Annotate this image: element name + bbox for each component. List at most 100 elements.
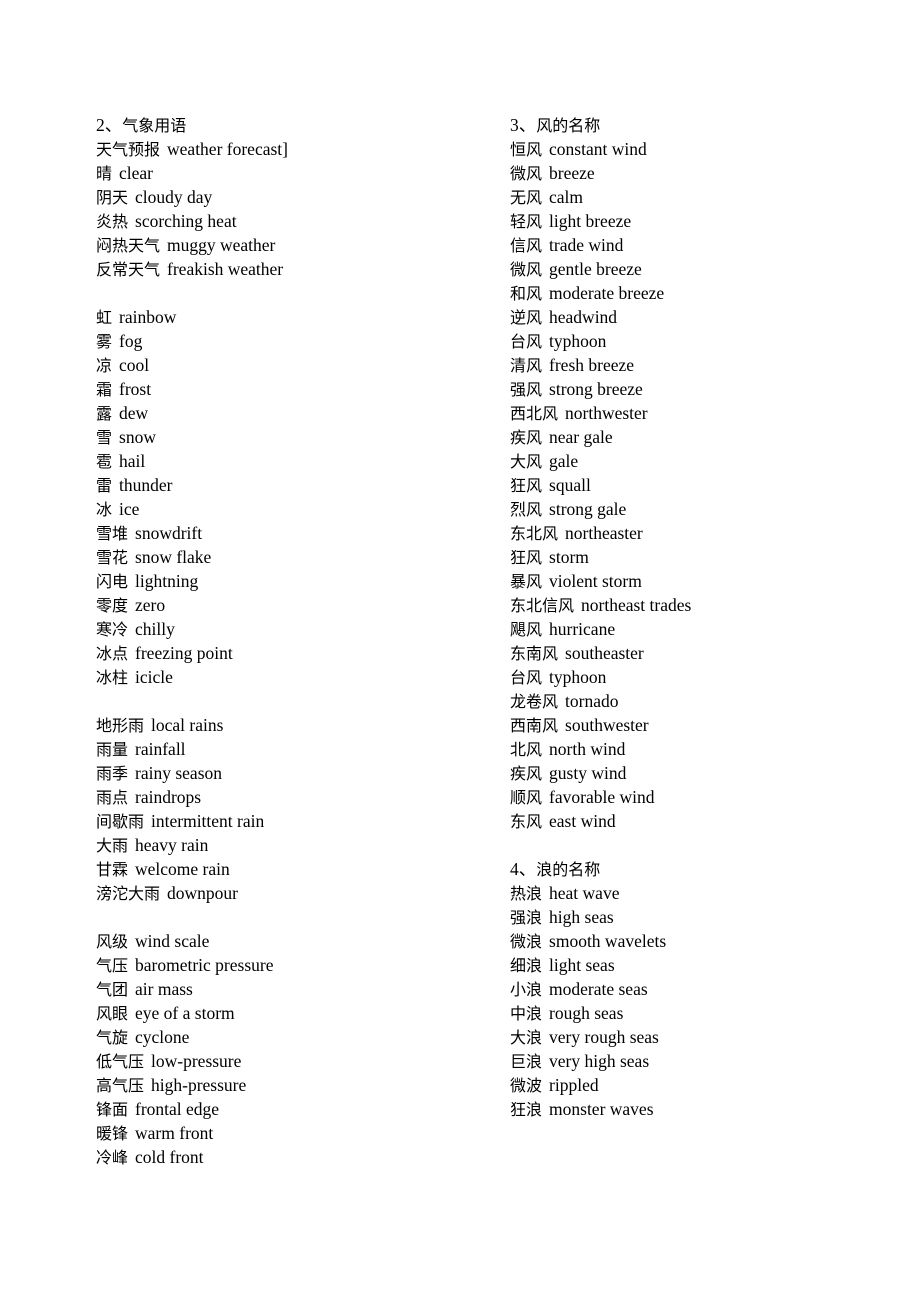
glossary-entry: 疾风 near gale <box>510 425 910 449</box>
entry-gloss-english: fog <box>119 331 143 351</box>
glossary-entry: 炎热 scorching heat <box>96 209 496 233</box>
glossary-entry: 风眼 eye of a storm <box>96 1001 496 1025</box>
entry-gloss-english: freezing point <box>135 643 233 663</box>
entry-term-chinese: 微风 <box>510 164 543 183</box>
entry-term-chinese: 霜 <box>96 380 113 399</box>
entry-group: 虹 rainbow 雾 fog 凉 cool 霜 frost 露 dew 雪 snow 雹 hail 雷 th… <box>96 305 496 689</box>
entry-gloss-english: northeast trades <box>581 595 692 615</box>
entry-term-chinese: 气压 <box>96 956 129 975</box>
entry-term-chinese: 露 <box>96 404 113 423</box>
glossary-entry: 和风 moderate breeze <box>510 281 910 305</box>
glossary-entry: 冰点 freezing point <box>96 641 496 665</box>
entry-term-chinese: 天气预报 <box>96 140 161 159</box>
left-column: 2、气象用语 天气预报 weather forecast] 晴 clear 阴天 cloud… <box>96 113 496 1169</box>
entry-gloss-english: constant wind <box>549 139 647 159</box>
entry-term-chinese: 地形雨 <box>96 716 145 735</box>
entry-term-chinese: 微浪 <box>510 932 543 951</box>
entry-term-chinese: 雨季 <box>96 764 129 783</box>
entry-gloss-english: cyclone <box>135 1027 190 1047</box>
entry-term-chinese: 小浪 <box>510 980 543 999</box>
glossary-entry: 东风 east wind <box>510 809 910 833</box>
entry-term-chinese: 中浪 <box>510 1004 543 1023</box>
glossary-entry: 气团 air mass <box>96 977 496 1001</box>
entry-gloss-english: high-pressure <box>151 1075 247 1095</box>
entry-gloss-english: gentle breeze <box>549 259 642 279</box>
glossary-entry: 飓风 hurricane <box>510 617 910 641</box>
entry-term-chinese: 逆风 <box>510 308 543 327</box>
document-page: 2、气象用语 天气预报 weather forecast] 晴 clear 阴天 cloud… <box>0 0 920 1302</box>
entry-gloss-english: cold front <box>135 1147 204 1167</box>
entry-gloss-english: typhoon <box>549 667 607 687</box>
entry-gloss-english: southeaster <box>565 643 644 663</box>
entry-term-chinese: 凉 <box>96 356 113 375</box>
glossary-entry: 西北风 northwester <box>510 401 910 425</box>
entry-group: 风级 wind scale 气压 barometric pressure 气团 air m… <box>96 929 496 1169</box>
entry-term-chinese: 疾风 <box>510 764 543 783</box>
entry-term-chinese: 强风 <box>510 380 543 399</box>
entry-gloss-english: breeze <box>549 163 595 183</box>
glossary-entry: 微浪 smooth wavelets <box>510 929 910 953</box>
entry-gloss-english: wind scale <box>135 931 210 951</box>
entry-term-chinese: 台风 <box>510 668 543 687</box>
glossary-entry: 台风 typhoon <box>510 665 910 689</box>
entry-gloss-english: near gale <box>549 427 613 447</box>
entry-gloss-english: thunder <box>119 475 173 495</box>
glossary-entry: 地形雨 local rains <box>96 713 496 737</box>
entry-gloss-english: strong breeze <box>549 379 643 399</box>
entry-term-chinese: 反常天气 <box>96 260 161 279</box>
glossary-entry: 雾 fog <box>96 329 496 353</box>
entry-gloss-english: northwester <box>565 403 648 423</box>
glossary-entry: 雨季 rainy season <box>96 761 496 785</box>
entry-gloss-english: very high seas <box>549 1051 650 1071</box>
entry-gloss-english: southwester <box>565 715 649 735</box>
entry-term-chinese: 雪堆 <box>96 524 129 543</box>
glossary-entry: 雪堆 snowdrift <box>96 521 496 545</box>
entry-gloss-english: high seas <box>549 907 614 927</box>
entry-term-chinese: 轻风 <box>510 212 543 231</box>
entry-gloss-english: light seas <box>549 955 615 975</box>
glossary-entry: 雪花 snow flake <box>96 545 496 569</box>
entry-term-chinese: 东北风 <box>510 524 559 543</box>
glossary-entry: 闷热天气 muggy weather <box>96 233 496 257</box>
glossary-entry: 微波 rippled <box>510 1073 910 1097</box>
entry-gloss-english: east wind <box>549 811 616 831</box>
entry-gloss-english: monster waves <box>549 1099 654 1119</box>
glossary-entry: 强风 strong breeze <box>510 377 910 401</box>
entry-gloss-english: gale <box>549 451 579 471</box>
entry-gloss-english: barometric pressure <box>135 955 274 975</box>
glossary-entry: 台风 typhoon <box>510 329 910 353</box>
entry-term-chinese: 冷峰 <box>96 1148 129 1167</box>
entry-gloss-english: snowdrift <box>135 523 203 543</box>
entry-term-chinese: 烈风 <box>510 500 543 519</box>
entry-term-chinese: 东北信风 <box>510 596 575 615</box>
glossary-entry: 暴风 violent storm <box>510 569 910 593</box>
glossary-entry: 大风 gale <box>510 449 910 473</box>
entry-term-chinese: 闪电 <box>96 572 129 591</box>
entry-term-chinese: 冰 <box>96 500 113 519</box>
entry-term-chinese: 风级 <box>96 932 129 951</box>
entry-term-chinese: 台风 <box>510 332 543 351</box>
entry-term-chinese: 闷热天气 <box>96 236 161 255</box>
glossary-entry: 雪 snow <box>96 425 496 449</box>
entry-term-chinese: 微波 <box>510 1076 543 1095</box>
entry-gloss-english: moderate breeze <box>549 283 665 303</box>
entry-term-chinese: 清风 <box>510 356 543 375</box>
entry-gloss-english: freakish weather <box>167 259 284 279</box>
glossary-entry: 雨点 raindrops <box>96 785 496 809</box>
entry-gloss-english: raindrops <box>135 787 202 807</box>
entry-term-chinese: 甘霖 <box>96 860 129 879</box>
entry-gloss-english: gusty wind <box>549 763 627 783</box>
glossary-entry: 中浪 rough seas <box>510 1001 910 1025</box>
entry-term-chinese: 冰柱 <box>96 668 129 687</box>
entry-gloss-english: trade wind <box>549 235 624 255</box>
section-title: 浪的名称 <box>536 860 601 879</box>
glossary-entry: 露 dew <box>96 401 496 425</box>
entry-gloss-english: very rough seas <box>549 1027 659 1047</box>
entry-term-chinese: 冰点 <box>96 644 129 663</box>
glossary-entry: 滂沱大雨 downpour <box>96 881 496 905</box>
entry-term-chinese: 雪 <box>96 428 113 447</box>
entry-gloss-english: light breeze <box>549 211 632 231</box>
glossary-entry: 小浪 moderate seas <box>510 977 910 1001</box>
glossary-entry: 冰柱 icicle <box>96 665 496 689</box>
entry-term-chinese: 雨量 <box>96 740 129 759</box>
